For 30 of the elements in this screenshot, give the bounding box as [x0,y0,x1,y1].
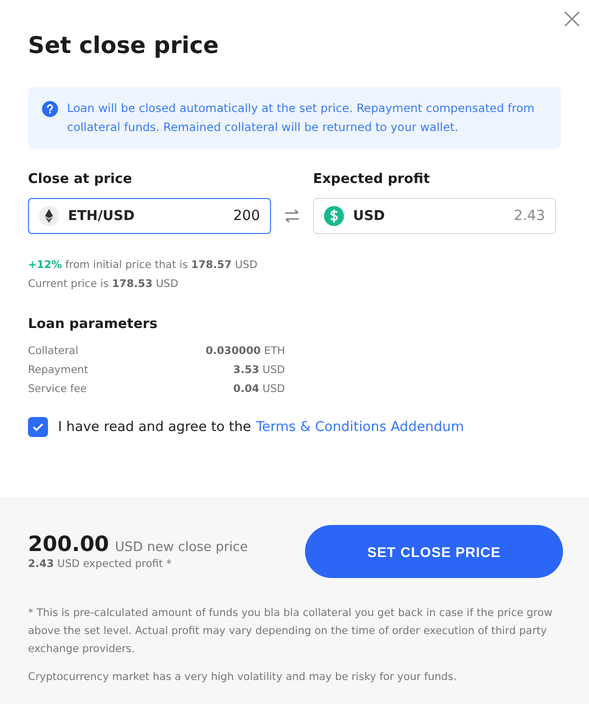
parameter-label: Collateral [28,344,78,359]
close-price-caption: USD new close price [115,540,248,554]
ethereum-icon [39,206,59,226]
disclaimer-text: * This is pre-calculated amount of funds you bla bla collateral you get back in case if the price grow above the set level. Actual profit may vary depending on the time of order execution of third party exchange providers. [28,606,554,657]
set-close-price-button[interactable]: SET CLOSE PRICE [305,525,563,578]
field-label: Expected profit [313,171,431,187]
terms-link[interactable]: Terms & Conditions Addendum [256,419,464,435]
dialog-title: Set close price [28,32,220,61]
check-icon [32,422,44,432]
expected-profit-text: 2.43 USD expected profit * [28,556,172,572]
parameter-value: 3.53 USD [233,363,285,378]
close-icon[interactable] [563,10,581,28]
question-icon [42,101,58,117]
close-price-value: 200.00 [28,532,110,556]
profit-field[interactable]: USD 2.43 [313,198,556,234]
field-label: Close at price [28,171,134,187]
parameter-label: Repayment [28,363,88,378]
current-price-text: Current price is 178.53 USD [28,277,180,292]
parameter-value: 0.04 USD [233,382,285,397]
agree-text: I have read and agree to the [58,419,252,435]
parameter-label: Service fee [28,382,87,397]
dollar-icon [324,206,344,226]
agree-checkbox[interactable] [28,417,48,437]
parameter-value: 0.030000 ETH [206,344,285,359]
info-text: Loan will be closed automatically at the set price. Repayment compensated from collateral funds. Remained collateral will be returned to your wallet. [67,100,536,136]
price-field[interactable]: ETH/USD 200 [28,198,271,234]
section-title: Loan parameters [28,316,158,332]
swap-icon [283,209,301,223]
disclaimer-text: Cryptocurrency market has a very high volatility and may be risky for your funds. [28,670,458,685]
price-change-text: +12% from initial price that is 178.57 USD [28,258,258,273]
